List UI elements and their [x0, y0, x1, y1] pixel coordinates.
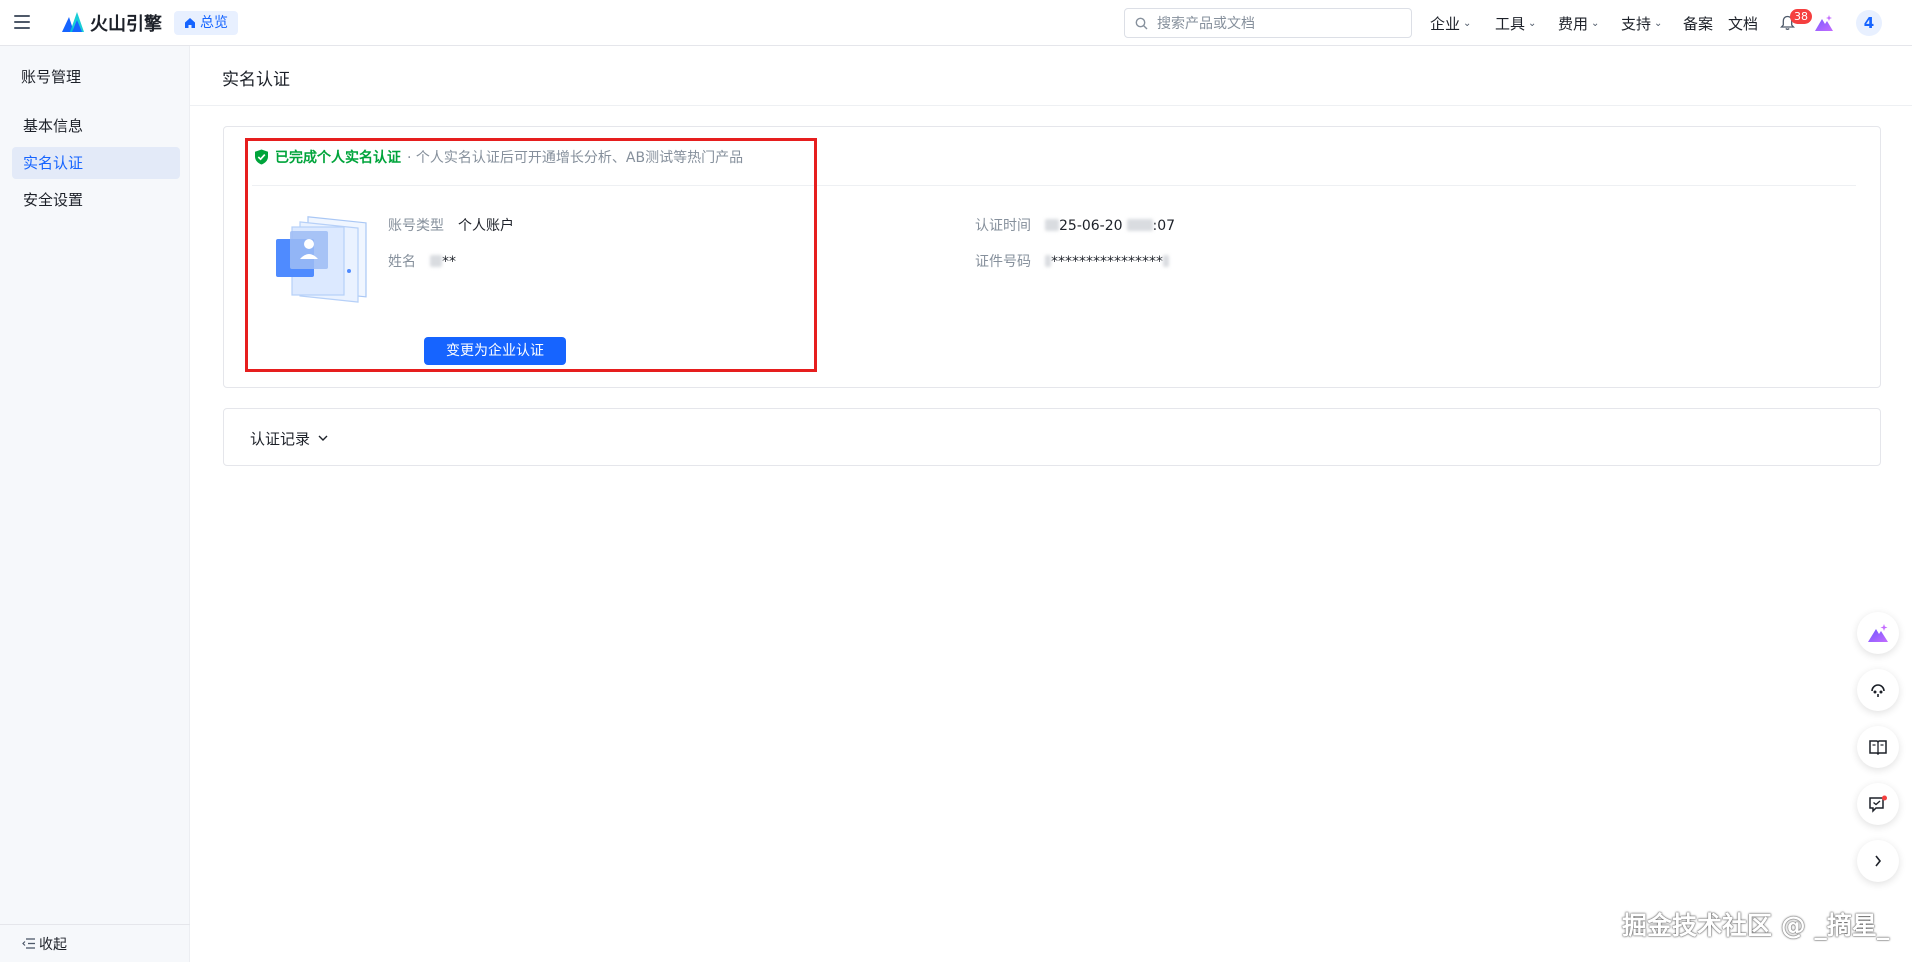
id-number-label: 证件号码 [975, 254, 1031, 270]
page-title: 实名认证 [222, 70, 290, 90]
account-type-field: 账号类型 个人账户 [388, 215, 514, 235]
main-content: 实名认证 已完成个人实名认证 · 个人实名认证后可开通增长分析、AB测试等热门产… [190, 46, 1912, 962]
search-icon [1135, 17, 1148, 30]
search-box[interactable] [1124, 8, 1412, 38]
collapse-label: 收起 [39, 936, 67, 953]
nav-billing-label: 费用 [1558, 15, 1589, 33]
nav-enterprise[interactable]: 企业 ⌄ [1430, 13, 1471, 34]
chevron-down-icon [318, 435, 328, 441]
auth-records-panel: 认证记录 [223, 408, 1881, 466]
home-icon [185, 18, 195, 28]
nav-support[interactable]: 支持 ⌄ [1621, 13, 1662, 34]
nav-billing[interactable]: 费用 ⌄ [1558, 13, 1599, 34]
sidebar-item-security-settings[interactable]: 安全设置 [12, 184, 180, 216]
page-header: 实名认证 [190, 46, 1912, 106]
status-main-text: 已完成个人实名认证 [275, 150, 401, 166]
name-value: ** [442, 254, 456, 270]
name-field: 姓名 ** [388, 251, 456, 271]
id-number-value: **************** [1051, 254, 1163, 270]
account-type-label: 账号类型 [388, 218, 444, 234]
headset-icon [1871, 684, 1885, 697]
brand-name[interactable]: 火山引擎 [90, 10, 162, 36]
name-redacted-blur [430, 255, 442, 267]
chevron-right-icon [1875, 855, 1882, 867]
ai-assistant-float-button[interactable] [1857, 612, 1899, 654]
expand-float-button[interactable] [1857, 840, 1899, 882]
nav-tools-label: 工具 [1495, 15, 1526, 33]
notification-count-badge: 38 [1790, 9, 1812, 24]
sidebar-title: 账号管理 [21, 68, 82, 86]
nav-support-label: 支持 [1621, 15, 1652, 33]
auth-records-label: 认证记录 [250, 430, 311, 448]
top-bar: 火山引擎 总览 企业⌄ 工具⌄ 费用⌄ 支持⌄ 备案 文档 38 4 [0, 0, 1912, 46]
nav-tools[interactable]: 工具 ⌄ [1495, 13, 1536, 34]
auth-time-value-part2: :07 [1152, 218, 1176, 234]
verification-status: 已完成个人实名认证 · 个人实名认证后可开通增长分析、AB测试等热门产品 [254, 147, 743, 167]
status-sub-text: · 个人实名认证后可开通增长分析、AB测试等热门产品 [407, 150, 744, 166]
sidebar: 账号管理 基本信息 实名认证 安全设置 收起 [0, 46, 190, 962]
nav-enterprise-label: 企业 [1430, 15, 1461, 33]
nav-filing-label: 备案 [1683, 15, 1714, 33]
id-number-redacted-blur [1045, 255, 1051, 267]
shield-check-icon [255, 149, 268, 165]
auth-time-redacted-blur-2 [1126, 219, 1153, 231]
ai-assistant-icon[interactable] [1814, 14, 1834, 32]
nav-docs-label: 文档 [1728, 15, 1759, 33]
sidebar-item-real-name-auth[interactable]: 实名认证 [12, 147, 180, 179]
docs-float-button[interactable] [1857, 726, 1899, 768]
customer-service-float-button[interactable] [1857, 669, 1899, 711]
auth-time-value-part1: 25-06-20 [1059, 218, 1123, 234]
id-number-field: 证件号码 **************** [975, 251, 1169, 271]
volcano-logo-icon[interactable] [60, 11, 86, 33]
feedback-float-button[interactable] [1857, 783, 1899, 825]
chevron-down-icon: ⌄ [1463, 18, 1472, 29]
nav-filing[interactable]: 备案 [1683, 13, 1713, 34]
chevron-down-icon: ⌄ [1591, 18, 1600, 29]
auth-time-redacted-blur [1045, 219, 1059, 231]
auth-time-label: 认证时间 [975, 218, 1031, 234]
book-icon [1869, 740, 1887, 755]
sidebar-item-basic-info[interactable]: 基本信息 [12, 110, 180, 142]
feedback-icon [1869, 795, 1887, 813]
auth-time-field: 认证时间 25-06-20 :07 [975, 215, 1175, 235]
nav-docs[interactable]: 文档 [1728, 13, 1758, 34]
verification-card: 已完成个人实名认证 · 个人实名认证后可开通增长分析、AB测试等热门产品 账号类… [223, 126, 1881, 388]
name-label: 姓名 [388, 254, 416, 270]
ai-assistant-icon [1868, 624, 1888, 642]
hamburger-menu-icon[interactable] [14, 15, 30, 29]
collapse-icon [22, 938, 35, 949]
change-to-enterprise-auth-button[interactable]: 变更为企业认证 [424, 337, 566, 365]
sidebar-collapse-button[interactable]: 收起 [0, 924, 190, 962]
id-number-redacted-blur-2 [1163, 255, 1169, 267]
watermark: 掘金技术社区 @ _摘星_ [1622, 911, 1890, 940]
user-avatar[interactable]: 4 [1856, 10, 1882, 36]
home-chip-label: 总览 [200, 15, 228, 31]
personal-id-illustration-icon [276, 216, 367, 303]
card-divider [252, 185, 1856, 186]
account-type-value: 个人账户 [458, 218, 514, 234]
chevron-down-icon: ⌄ [1528, 18, 1537, 29]
chevron-down-icon: ⌄ [1654, 18, 1663, 29]
auth-records-toggle[interactable]: 认证记录 [250, 428, 328, 449]
search-input[interactable] [1155, 13, 1409, 35]
overview-home-button[interactable]: 总览 [174, 11, 238, 35]
